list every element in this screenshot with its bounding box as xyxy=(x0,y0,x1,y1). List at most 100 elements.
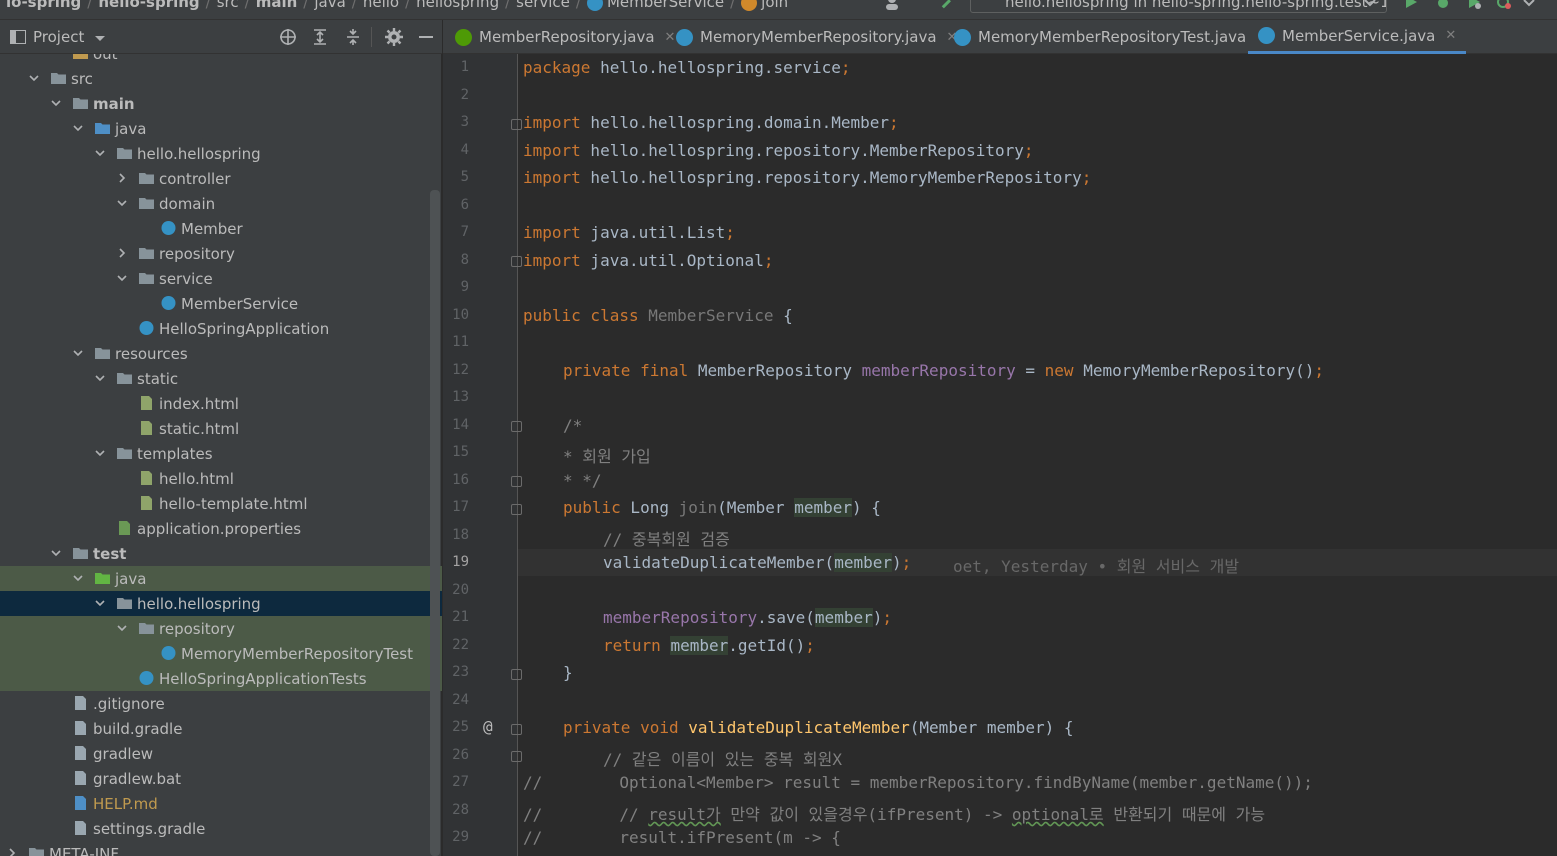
override-marker-icon[interactable]: @ xyxy=(483,717,493,736)
tree-item[interactable]: HelloSpringApplicationTests xyxy=(0,666,442,691)
chevron-down-icon[interactable] xyxy=(72,122,84,134)
tree-item[interactable]: gradlew.bat xyxy=(0,766,442,791)
chevron-down-icon[interactable] xyxy=(94,147,106,159)
locate-file-icon[interactable] xyxy=(278,27,298,47)
hide-panel-icon[interactable] xyxy=(416,27,436,47)
chevron-down-icon[interactable] xyxy=(116,197,128,209)
coverage-icon[interactable] xyxy=(1466,0,1482,10)
tab-member-service[interactable]: MemberService.java ✕ xyxy=(1248,20,1467,54)
chevron-down-icon[interactable] xyxy=(72,572,84,584)
header-divider xyxy=(371,27,372,47)
tree-item[interactable]: hello.hellospring xyxy=(0,141,442,166)
fold-marker[interactable] xyxy=(511,476,522,487)
tree-scrollbar[interactable] xyxy=(430,190,440,856)
line-number: 11 xyxy=(452,334,469,350)
more-run-options-icon[interactable] xyxy=(1521,0,1537,10)
tree-item[interactable]: hello.hellospring xyxy=(0,591,442,616)
fold-marker[interactable] xyxy=(511,724,522,735)
collapse-all-icon[interactable] xyxy=(343,27,363,47)
tree-item[interactable]: static.html xyxy=(0,416,442,441)
tree-item[interactable]: main xyxy=(0,91,442,116)
tree-item[interactable]: index.html xyxy=(0,391,442,416)
tree-item[interactable]: MemoryMemberRepositoryTest xyxy=(0,641,442,666)
fold-marker[interactable] xyxy=(511,421,522,432)
debug-icon[interactable] xyxy=(1435,0,1451,10)
tree-item[interactable]: HELP.md xyxy=(0,791,442,816)
close-icon[interactable]: ✕ xyxy=(1445,28,1456,43)
line-number: 7 xyxy=(460,224,469,240)
gear-icon[interactable] xyxy=(384,27,404,47)
chevron-right-icon[interactable] xyxy=(6,847,18,856)
fold-marker[interactable] xyxy=(511,119,522,130)
project-view-title[interactable]: Project xyxy=(33,28,84,46)
hammer-icon[interactable] xyxy=(938,0,954,10)
git-blame-annotation: oet, Yesterday • 회원 서비스 개발 xyxy=(953,557,1240,576)
run-configuration-select[interactable]: hello.hellospring in hello-spring.hello-… xyxy=(970,0,1387,13)
breadcrumb-item[interactable]: hellospring xyxy=(410,0,505,11)
tree-item[interactable]: domain xyxy=(0,191,442,216)
breadcrumb-item[interactable]: src xyxy=(211,0,245,11)
breadcrumb-item[interactable]: hello-spring xyxy=(92,0,205,11)
chevron-down-icon[interactable] xyxy=(93,31,107,45)
tree-item[interactable]: java xyxy=(0,116,442,141)
tree-item[interactable]: repository xyxy=(0,616,442,641)
tree-item[interactable]: test xyxy=(0,541,442,566)
tree-item[interactable]: settings.gradle xyxy=(0,816,442,841)
tree-item[interactable]: src xyxy=(0,66,442,91)
tab-label: MemoryMemberRepositoryTest.java xyxy=(978,28,1247,46)
chevron-down-icon[interactable] xyxy=(94,597,106,609)
breadcrumb: lo-spring / hello-spring / src / main / java… xyxy=(0,0,794,13)
chevron-down-icon[interactable] xyxy=(116,272,128,284)
tree-item[interactable]: repository xyxy=(0,241,442,266)
close-icon[interactable]: ✕ xyxy=(665,30,676,45)
fold-marker[interactable] xyxy=(511,669,522,680)
tree-item[interactable]: META-INF xyxy=(0,841,442,856)
tree-item[interactable]: gradlew xyxy=(0,741,442,766)
profile-icon[interactable] xyxy=(1496,0,1512,10)
fold-marker[interactable] xyxy=(511,256,522,267)
tree-item[interactable]: controller xyxy=(0,166,442,191)
run-icon[interactable] xyxy=(1403,0,1419,10)
chevron-down-icon[interactable] xyxy=(116,622,128,634)
tree-item[interactable]: MemberService xyxy=(0,291,442,316)
breadcrumb-item-join[interactable]: join xyxy=(735,0,794,11)
breadcrumb-item[interactable]: main xyxy=(250,0,304,11)
expand-all-icon[interactable] xyxy=(310,27,330,47)
chevron-down-icon[interactable] xyxy=(1362,0,1378,10)
chevron-down-icon[interactable] xyxy=(28,72,40,84)
fold-marker[interactable] xyxy=(511,751,522,762)
chevron-down-icon[interactable] xyxy=(50,97,62,109)
tree-item[interactable]: hello.html xyxy=(0,466,442,491)
tree-item[interactable]: templates xyxy=(0,441,442,466)
chevron-right-icon[interactable] xyxy=(116,247,128,259)
code-line-26: // 같은 이름이 있는 중복 회원X xyxy=(603,750,842,769)
chevron-right-icon[interactable] xyxy=(116,172,128,184)
tab-memory-member-repository-test[interactable]: MemoryMemberRepositoryTest.java ✕ xyxy=(954,20,1267,54)
breadcrumb-item-memberservice[interactable]: MemberService xyxy=(581,0,730,11)
tree-item[interactable]: hello-template.html xyxy=(0,491,442,516)
tree-item[interactable]: Member xyxy=(0,216,442,241)
tree-item[interactable]: out xyxy=(0,54,442,66)
tree-item[interactable]: HelloSpringApplication xyxy=(0,316,442,341)
tree-item[interactable]: static xyxy=(0,366,442,391)
fold-marker[interactable] xyxy=(511,504,522,515)
tree-item[interactable]: application.properties xyxy=(0,516,442,541)
breadcrumb-item[interactable]: hello xyxy=(357,0,405,11)
line-number: 2 xyxy=(460,86,469,103)
breadcrumb-item[interactable]: service xyxy=(510,0,576,11)
chevron-down-icon[interactable] xyxy=(50,547,62,559)
tree-item[interactable]: service xyxy=(0,266,442,291)
tab-member-repository[interactable]: MemberRepository.java ✕ xyxy=(455,20,675,54)
tree-item[interactable]: .gitignore xyxy=(0,691,442,716)
code-editor[interactable]: 1 2 3 4 5 6 7 8 9 10 11 12 13 14 15 16 17 18 19 20 21 22 23 24 2… xyxy=(443,54,1557,856)
breadcrumb-item[interactable]: lo-spring xyxy=(0,0,87,11)
chevron-down-icon[interactable] xyxy=(94,372,106,384)
breadcrumb-item[interactable]: java xyxy=(308,0,351,11)
tree-item[interactable]: java xyxy=(0,566,442,591)
tree-item[interactable]: build.gradle xyxy=(0,716,442,741)
user-icon[interactable] xyxy=(884,0,900,10)
tab-memory-member-repository[interactable]: MemoryMemberRepository.java ✕ xyxy=(676,20,957,54)
tree-item[interactable]: resources xyxy=(0,341,442,366)
chevron-down-icon[interactable] xyxy=(72,347,84,359)
chevron-down-icon[interactable] xyxy=(94,447,106,459)
